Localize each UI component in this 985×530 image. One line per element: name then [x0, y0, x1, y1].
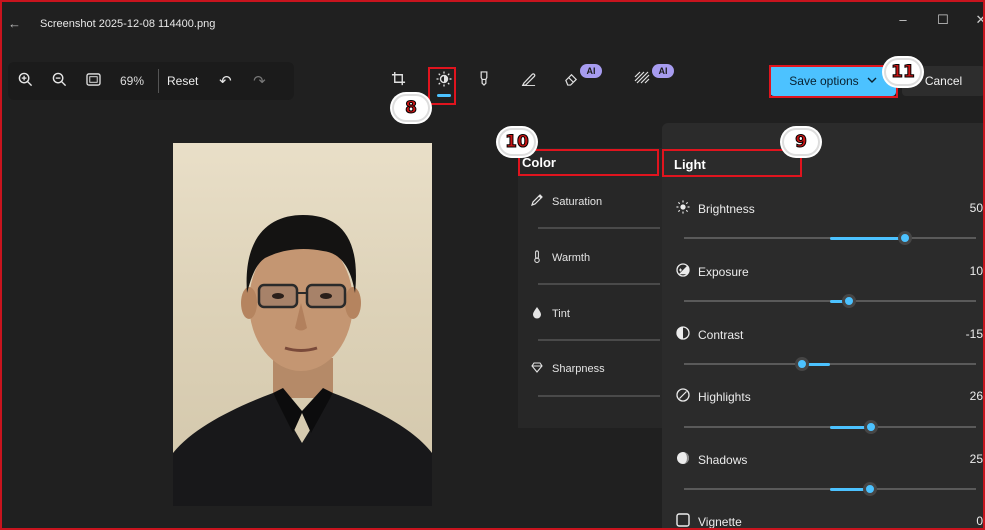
saturation-label: Saturation: [552, 195, 603, 208]
highlights-slider-fill: [830, 425, 868, 429]
active-tool-indicator: [437, 94, 451, 97]
highlights-slider[interactable]: [684, 420, 976, 434]
color-section-header[interactable]: Color: [518, 150, 658, 176]
fit-to-window-icon[interactable]: [76, 72, 110, 90]
chevron-down-icon: [867, 76, 877, 87]
vignette-control: Vignette: [676, 513, 742, 530]
annotation-badge-9: 9: [782, 128, 820, 156]
contrast-slider-fill: [808, 362, 830, 366]
ai-badge: AI: [580, 64, 602, 78]
color-panel: [518, 148, 663, 428]
contrast-icon: [676, 326, 690, 343]
toolbar-divider: [158, 69, 159, 93]
zoom-out-icon[interactable]: [42, 72, 76, 91]
close-button[interactable]: ✕: [966, 12, 985, 28]
zoom-in-icon[interactable]: [8, 72, 42, 91]
shadows-slider[interactable]: [684, 482, 976, 496]
shadows-slider-thumb[interactable]: [863, 482, 877, 496]
annotation-badge-10: 10: [498, 128, 536, 156]
undo-icon[interactable]: ↶: [208, 72, 242, 90]
light-adjust-icon[interactable]: [432, 71, 456, 91]
sharpness-slider[interactable]: [538, 395, 660, 397]
annotation-badge-11: 11: [884, 58, 922, 86]
ai-badge: AI: [652, 64, 674, 78]
warmth-slider[interactable]: [538, 283, 660, 285]
highlights-icon: [676, 388, 690, 405]
draw-icon[interactable]: [516, 71, 540, 90]
shadows-label: Shadows: [698, 452, 748, 467]
tint-control[interactable]: Tint: [530, 306, 570, 322]
contrast-value: -15: [965, 327, 983, 341]
contrast-slider[interactable]: [684, 357, 976, 371]
eyedropper-icon: [530, 194, 544, 209]
contrast-label: Contrast: [698, 327, 744, 342]
brightness-label: Brightness: [698, 201, 755, 216]
brightness-control: Brightness: [676, 200, 755, 217]
saturation-control[interactable]: Saturation: [530, 194, 602, 209]
sun-icon: [676, 200, 690, 217]
highlights-label: Highlights: [698, 389, 751, 404]
minimize-button[interactable]: –: [888, 12, 918, 27]
highlights-control: Highlights: [676, 388, 751, 405]
exposure-icon: [676, 263, 690, 280]
sharpness-label: Sharpness: [552, 363, 605, 375]
contrast-slider-thumb[interactable]: [795, 357, 809, 371]
shadows-icon: [676, 451, 690, 468]
exposure-control: Exposure: [676, 263, 749, 280]
redo-icon[interactable]: ↷: [242, 72, 276, 90]
droplet-icon: [530, 306, 544, 322]
highlights-slider-thumb[interactable]: [864, 420, 878, 434]
window-title: Screenshot 2025-12-08 114400.png: [40, 18, 216, 30]
exposure-slider-thumb[interactable]: [842, 294, 856, 308]
brightness-slider-fill: [830, 236, 903, 240]
shadows-value: 25: [969, 452, 983, 466]
crop-icon[interactable]: [386, 71, 410, 90]
maximize-button[interactable]: ☐: [928, 12, 958, 28]
reset-button[interactable]: Reset: [167, 74, 198, 88]
vignette-value: 0: [976, 514, 983, 528]
vignette-label: Vignette: [698, 514, 742, 529]
exposure-slider[interactable]: [684, 294, 976, 308]
zoom-level[interactable]: 69%: [120, 74, 150, 88]
photo-preview[interactable]: [173, 143, 432, 506]
light-section-header[interactable]: Light: [664, 152, 706, 172]
brightness-slider-thumb[interactable]: [898, 231, 912, 245]
exposure-label: Exposure: [698, 264, 749, 279]
brightness-slider[interactable]: [684, 231, 976, 245]
thermometer-icon: [530, 250, 544, 266]
diamond-icon: [530, 362, 544, 376]
warmth-label: Warmth: [552, 252, 591, 264]
tint-slider[interactable]: [538, 339, 660, 341]
contrast-control: Contrast: [676, 326, 743, 343]
title-bar: ← Screenshot 2025-12-08 114400.png – ☐ ✕: [0, 0, 985, 48]
save-options-button[interactable]: Save options: [770, 66, 896, 96]
brightness-value: 50: [969, 201, 983, 215]
background-icon[interactable]: [630, 71, 654, 89]
person-portrait-image: [173, 215, 432, 506]
save-options-label: Save options: [789, 74, 859, 88]
zoom-toolbar: 69% Reset ↶ ↷: [8, 62, 294, 100]
warmth-control[interactable]: Warmth: [530, 250, 590, 266]
shadows-control: Shadows: [676, 451, 747, 468]
sharpness-control[interactable]: Sharpness: [530, 362, 605, 376]
markup-icon[interactable]: [472, 71, 496, 90]
annotation-badge-8: 8: [392, 94, 430, 122]
saturation-slider[interactable]: [538, 227, 660, 229]
back-arrow-icon[interactable]: ←: [8, 16, 21, 31]
generative-erase-icon[interactable]: [559, 71, 583, 90]
highlights-value: 26: [969, 389, 983, 403]
vignette-icon: [676, 513, 690, 530]
exposure-value: 10: [969, 264, 983, 278]
tint-label: Tint: [552, 308, 570, 320]
shadows-slider-fill: [830, 487, 866, 491]
